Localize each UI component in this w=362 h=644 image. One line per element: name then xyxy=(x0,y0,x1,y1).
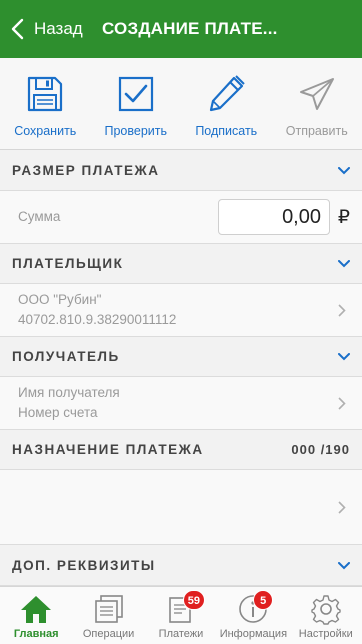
amount-input[interactable]: 0,00 xyxy=(218,199,330,235)
pen-icon xyxy=(210,75,245,112)
purpose-row[interactable] xyxy=(0,470,362,545)
currency-symbol: ₽ xyxy=(337,207,350,228)
tab-settings-label: Настройки xyxy=(298,628,353,640)
chevron-right-icon xyxy=(338,397,346,410)
tab-info-label: Информация xyxy=(219,628,288,640)
section-purpose-header[interactable]: НАЗНАЧЕНИЕ ПЛАТЕЖА 000 /190 xyxy=(0,430,362,470)
amount-row: Сумма 0,00 ₽ xyxy=(0,191,362,244)
tab-payments[interactable]: 59 Платежи xyxy=(145,587,217,644)
tab-operations-label: Операции xyxy=(82,628,135,640)
floppy-disk-icon xyxy=(28,76,63,112)
top-bar: Назад СОЗДАНИЕ ПЛАТЕ... xyxy=(0,0,362,58)
tab-info[interactable]: 5 Информация xyxy=(217,587,289,644)
tab-home-label: Главная xyxy=(13,628,59,640)
section-title: ПЛАТЕЛЬЩИК xyxy=(12,256,124,271)
section-payer-header[interactable]: ПЛАТЕЛЬЩИК xyxy=(0,244,362,284)
paper-plane-icon xyxy=(299,78,334,110)
purpose-counter-wrap: 000 /190 xyxy=(291,442,350,457)
send-label: Отправить xyxy=(285,124,348,138)
chevron-down-icon xyxy=(338,352,350,360)
chevron-down-icon xyxy=(338,561,350,569)
back-label: Назад xyxy=(34,19,83,38)
payer-name: ООО "Рубин" xyxy=(18,292,102,307)
recipient-row[interactable]: Имя получателя Номер счета xyxy=(0,377,362,430)
checkbox-icon xyxy=(118,76,153,112)
check-button[interactable]: Проверить xyxy=(91,58,182,149)
check-label: Проверить xyxy=(104,124,167,138)
payer-account: 40702.810.9.38290011112 xyxy=(18,312,177,327)
chevron-right-icon xyxy=(338,501,346,514)
section-title: ПОЛУЧАТЕЛЬ xyxy=(12,349,120,364)
tab-operations[interactable]: Операции xyxy=(72,587,144,644)
chevron-right-icon xyxy=(338,304,346,317)
recipient-account-placeholder: Номер счета xyxy=(18,405,98,420)
recipient-name-placeholder: Имя получателя xyxy=(18,385,120,400)
save-label: Сохранить xyxy=(14,124,77,138)
chevron-down-icon xyxy=(338,166,350,174)
tab-settings[interactable]: Настройки xyxy=(290,587,362,644)
sign-label: Подписать xyxy=(195,124,258,138)
tab-home[interactable]: Главная xyxy=(0,587,72,644)
home-icon xyxy=(21,596,52,623)
documents-icon xyxy=(94,595,123,623)
sign-button[interactable]: Подписать xyxy=(181,58,272,149)
section-title: РАЗМЕР ПЛАТЕЖА xyxy=(12,163,160,178)
back-button[interactable]: Назад xyxy=(0,0,102,58)
section-title: ДОП. РЕКВИЗИТЫ xyxy=(12,558,156,573)
tab-payments-label: Платежи xyxy=(158,628,204,640)
bottom-tab-bar: Главная Операции 59 Платежи 5 Информация xyxy=(0,586,362,644)
save-button[interactable]: Сохранить xyxy=(0,58,91,149)
send-button[interactable]: Отправить xyxy=(272,58,362,149)
section-amount-header[interactable]: РАЗМЕР ПЛАТЕЖА xyxy=(0,151,362,191)
chevron-left-icon xyxy=(11,18,24,40)
section-title: НАЗНАЧЕНИЕ ПЛАТЕЖА xyxy=(12,442,204,457)
chevron-down-icon xyxy=(338,259,350,267)
payer-row[interactable]: ООО "Рубин" 40702.810.9.38290011112 xyxy=(0,284,362,337)
section-extra-header[interactable]: ДОП. РЕКВИЗИТЫ xyxy=(0,546,362,586)
section-recipient-header[interactable]: ПОЛУЧАТЕЛЬ xyxy=(0,337,362,377)
page-title: СОЗДАНИЕ ПЛАТЕ... xyxy=(102,19,278,38)
payments-badge: 59 xyxy=(182,590,206,610)
gear-icon xyxy=(311,595,341,625)
amount-label: Сумма xyxy=(18,209,61,224)
character-counter: 000 /190 xyxy=(291,442,350,457)
action-toolbar: Сохранить Проверить Подписать Отправить xyxy=(0,58,362,150)
